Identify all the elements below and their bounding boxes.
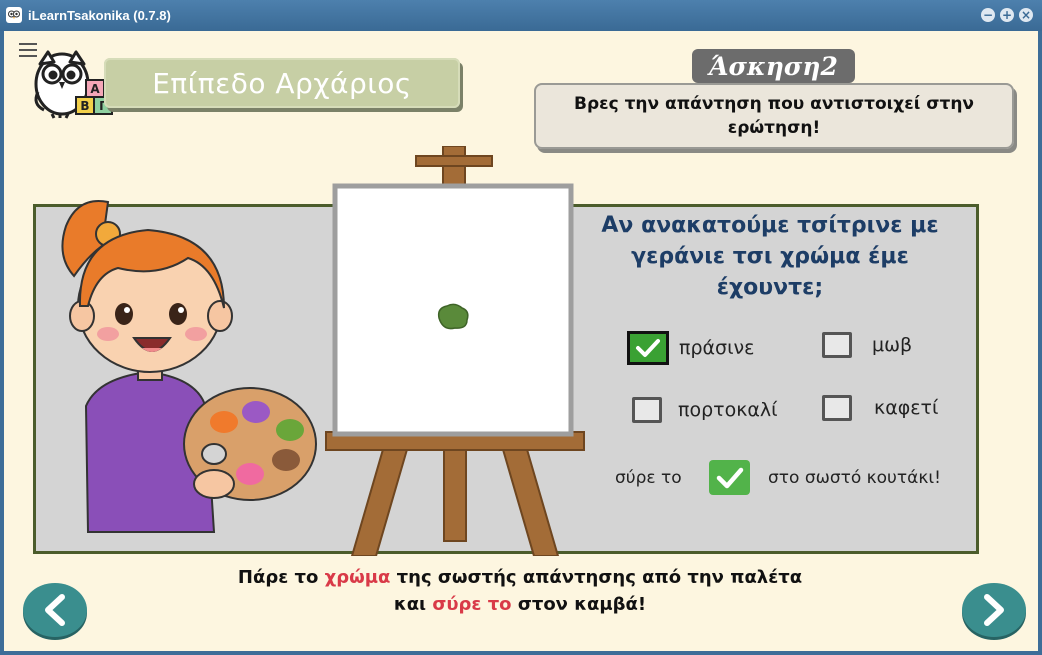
answer-label: πορτοκαλί <box>678 399 778 421</box>
bottom-instruction-line-2: και σύρε το στον καμβά! <box>200 591 840 618</box>
window-frame-right <box>1038 31 1042 655</box>
instruction-highlight: σύρε το <box>432 594 512 615</box>
easel-with-canvas[interactable] <box>324 145 586 560</box>
girl-with-palette-illustration <box>38 196 323 540</box>
answer-label: πράσινε <box>679 337 755 359</box>
answer-option-orange[interactable]: πορτοκαλί <box>632 394 778 426</box>
chevron-right-icon <box>984 594 1004 626</box>
answer-option-purple[interactable]: μωβ <box>822 329 912 361</box>
drag-hint-prefix: σύρε το <box>615 468 682 488</box>
bottom-instruction-line-1: Πάρε το χρώμα της σωστής απάντησης από τ… <box>200 564 840 591</box>
minimize-button[interactable]: − <box>981 8 995 22</box>
answer-label: μωβ <box>872 334 913 356</box>
green-paint-blob <box>435 302 471 336</box>
answer-checkbox[interactable] <box>822 395 852 421</box>
level-banner: Επίπεδο Αρχάριος <box>104 58 460 108</box>
answer-checkbox[interactable] <box>822 332 852 358</box>
chevron-left-icon <box>45 594 65 626</box>
draggable-checkmark[interactable] <box>709 460 750 495</box>
exercise-number-tag: Άσκηση2 <box>692 49 855 83</box>
maximize-button[interactable]: + <box>1000 8 1014 22</box>
instruction-highlight: χρώμα <box>324 567 391 588</box>
answer-option-green[interactable]: πράσινε <box>627 331 755 365</box>
drag-hint-suffix: στο σωστό κουτάκι! <box>768 468 941 488</box>
window-title: iLearnTsakonika (0.7.8) <box>28 8 171 23</box>
instruction-text: Πάρε το <box>237 567 325 588</box>
question-text: Αν ανακατούμε τσίτρινε με γεράνιε τσι χρ… <box>601 213 939 300</box>
app-owl-icon <box>6 7 22 23</box>
exercise-instruction: Βρες την απάντηση που αντιστοιχεί στην ε… <box>534 83 1014 149</box>
instruction-text: στον καμβά! <box>511 594 647 615</box>
window-frame-left <box>0 31 4 655</box>
answer-checkbox[interactable] <box>632 397 662 423</box>
answer-option-brown[interactable]: καφετί <box>822 392 938 424</box>
checkmark-icon <box>716 467 743 488</box>
window-frame-bottom <box>0 651 1042 655</box>
instruction-text: και <box>393 594 433 615</box>
instruction-text: της σωστής απάντησης από την παλέτα <box>390 567 803 588</box>
close-button[interactable]: × <box>1019 8 1033 22</box>
answer-label: καφετί <box>874 397 939 419</box>
window-title-bar[interactable]: iLearnTsakonika (0.7.8) − + × <box>0 0 1042 31</box>
checkmark-icon <box>636 339 660 357</box>
next-button[interactable] <box>962 583 1026 637</box>
block-letter-beta: Β <box>80 99 89 113</box>
previous-button[interactable] <box>23 583 87 637</box>
block-letter-alpha: Α <box>90 82 100 96</box>
answer-checkbox-checked[interactable] <box>627 331 669 365</box>
bottom-instruction: Πάρε το χρώμα της σωστής απάντησης από τ… <box>200 564 840 618</box>
